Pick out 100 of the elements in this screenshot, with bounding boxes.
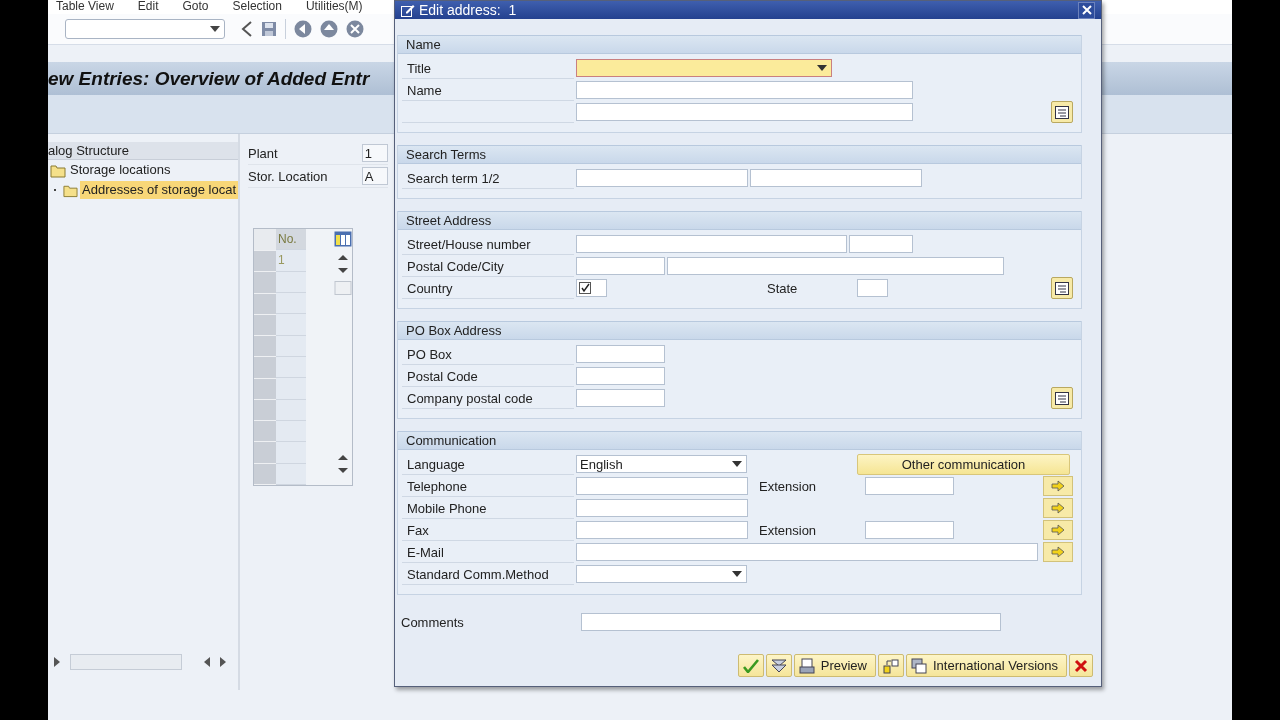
dropdown-field[interactable]	[576, 59, 832, 77]
field-label: Title	[402, 57, 574, 79]
field-label: E-Mail	[402, 541, 574, 563]
copy-icon	[882, 657, 899, 674]
preview-button[interactable]: Preview	[793, 654, 876, 677]
input-field[interactable]	[849, 235, 913, 253]
more-fields-button[interactable]	[1051, 101, 1073, 123]
input-field[interactable]	[667, 257, 1004, 275]
command-field[interactable]	[65, 19, 225, 39]
navigate-button[interactable]	[1043, 520, 1073, 540]
right-arrow-icon	[1051, 480, 1065, 492]
row-selector[interactable]	[254, 463, 276, 485]
input-field[interactable]	[576, 367, 665, 385]
row-selector[interactable]	[254, 251, 276, 273]
dropdown-arrow-icon[interactable]	[817, 65, 827, 71]
comments-field[interactable]	[581, 613, 1001, 631]
field-label: State	[767, 280, 799, 296]
list-icon	[1055, 105, 1069, 119]
input-field[interactable]	[576, 235, 847, 253]
column-settings-icon[interactable]	[334, 231, 352, 247]
dropdown-arrow-icon[interactable]	[210, 26, 220, 32]
navigate-button[interactable]	[1043, 542, 1073, 562]
field-label: Name	[402, 79, 574, 101]
input-field[interactable]	[576, 81, 913, 99]
copy-button[interactable]	[877, 654, 904, 677]
input-field[interactable]	[576, 279, 607, 297]
field-label: Country	[402, 277, 574, 299]
row-selector[interactable]	[254, 336, 276, 358]
group-title: Street Address	[406, 213, 492, 228]
input-field[interactable]	[576, 345, 665, 363]
close-icon	[1081, 5, 1092, 15]
group-title: PO Box Address	[406, 323, 502, 338]
right-arrow-icon	[1051, 502, 1065, 514]
menu-item[interactable]: Utilities(M)	[305, 0, 363, 14]
dialog-title: Edit address: 1	[419, 2, 518, 18]
table-cell	[276, 335, 306, 357]
field-label: Street/House number	[402, 233, 574, 255]
row-selector[interactable]	[254, 421, 276, 443]
field-label: Stor. Location	[248, 168, 329, 184]
scrollbar-thumb[interactable]	[70, 654, 182, 670]
row-selector[interactable]	[254, 314, 276, 337]
windows-icon	[910, 657, 927, 674]
menu-item[interactable]: Goto	[182, 0, 209, 14]
field-label: Company postal code	[402, 387, 574, 409]
dropdown-field[interactable]: English	[576, 455, 747, 473]
save-icon[interactable]	[261, 21, 277, 37]
input-field[interactable]	[576, 257, 665, 275]
field-label: Extension	[759, 522, 818, 538]
check-button[interactable]	[765, 654, 792, 677]
other-communication-button[interactable]: Other communication	[857, 453, 1070, 475]
screen-title: ew Entries: Overview of Added Entr	[48, 68, 370, 89]
navigate-button[interactable]	[1043, 498, 1073, 518]
scrollbar-thumb-icon[interactable]	[334, 281, 352, 295]
navigate-button[interactable]	[1043, 476, 1073, 496]
checked-checkbox-icon[interactable]	[579, 282, 591, 294]
dropdown-field[interactable]	[576, 565, 747, 583]
list-icon	[1055, 281, 1069, 295]
international-versions-button[interactable]: International Versions	[905, 654, 1067, 677]
cancel-icon[interactable]	[346, 20, 364, 38]
cancel-icon	[1074, 658, 1088, 673]
more-fields-button[interactable]	[1051, 277, 1073, 299]
row-selector[interactable]	[254, 378, 276, 400]
scroll-right-icon[interactable]	[54, 657, 60, 667]
tree-item[interactable]: Addresses of storage locat	[80, 181, 238, 199]
row-selector[interactable]	[254, 399, 276, 422]
table-cell	[276, 293, 306, 315]
exit-icon[interactable]	[320, 20, 338, 38]
row-selector[interactable]	[254, 357, 276, 379]
input-field[interactable]	[576, 543, 1038, 561]
menu-item[interactable]: Edit	[137, 0, 159, 14]
field-label: Comments	[401, 614, 465, 630]
input-field[interactable]	[865, 477, 954, 495]
filter-icon	[770, 658, 787, 673]
input-field[interactable]	[857, 279, 888, 297]
table-corner[interactable]	[254, 229, 276, 251]
group-title: Communication	[406, 433, 497, 448]
close-button[interactable]	[1078, 1, 1095, 19]
menu-item[interactable]: Table View	[56, 0, 114, 14]
back-icon[interactable]	[294, 20, 312, 38]
input-field[interactable]	[750, 169, 922, 187]
row-selector[interactable]	[254, 272, 276, 294]
dropdown-arrow-icon[interactable]	[732, 461, 742, 467]
more-fields-button[interactable]	[1051, 387, 1073, 409]
row-selector[interactable]	[254, 293, 276, 315]
input-field[interactable]	[576, 477, 748, 495]
tree-item[interactable]: Storage locations	[68, 161, 173, 179]
input-field[interactable]	[576, 169, 748, 187]
list-icon	[1055, 391, 1069, 405]
menu-item[interactable]: Selection	[232, 0, 282, 14]
input-field[interactable]	[576, 521, 748, 539]
dropdown-arrow-icon[interactable]	[732, 571, 742, 577]
field-label: Search term 1/2	[402, 167, 574, 189]
cancel-button[interactable]	[1069, 654, 1093, 677]
scroll-right-icon[interactable]	[220, 657, 226, 667]
input-field[interactable]	[865, 521, 954, 539]
input-field[interactable]	[576, 389, 665, 407]
input-field[interactable]	[576, 103, 913, 121]
input-field[interactable]	[576, 499, 748, 517]
row-selector[interactable]	[254, 442, 276, 464]
scroll-left-icon[interactable]	[204, 657, 210, 667]
